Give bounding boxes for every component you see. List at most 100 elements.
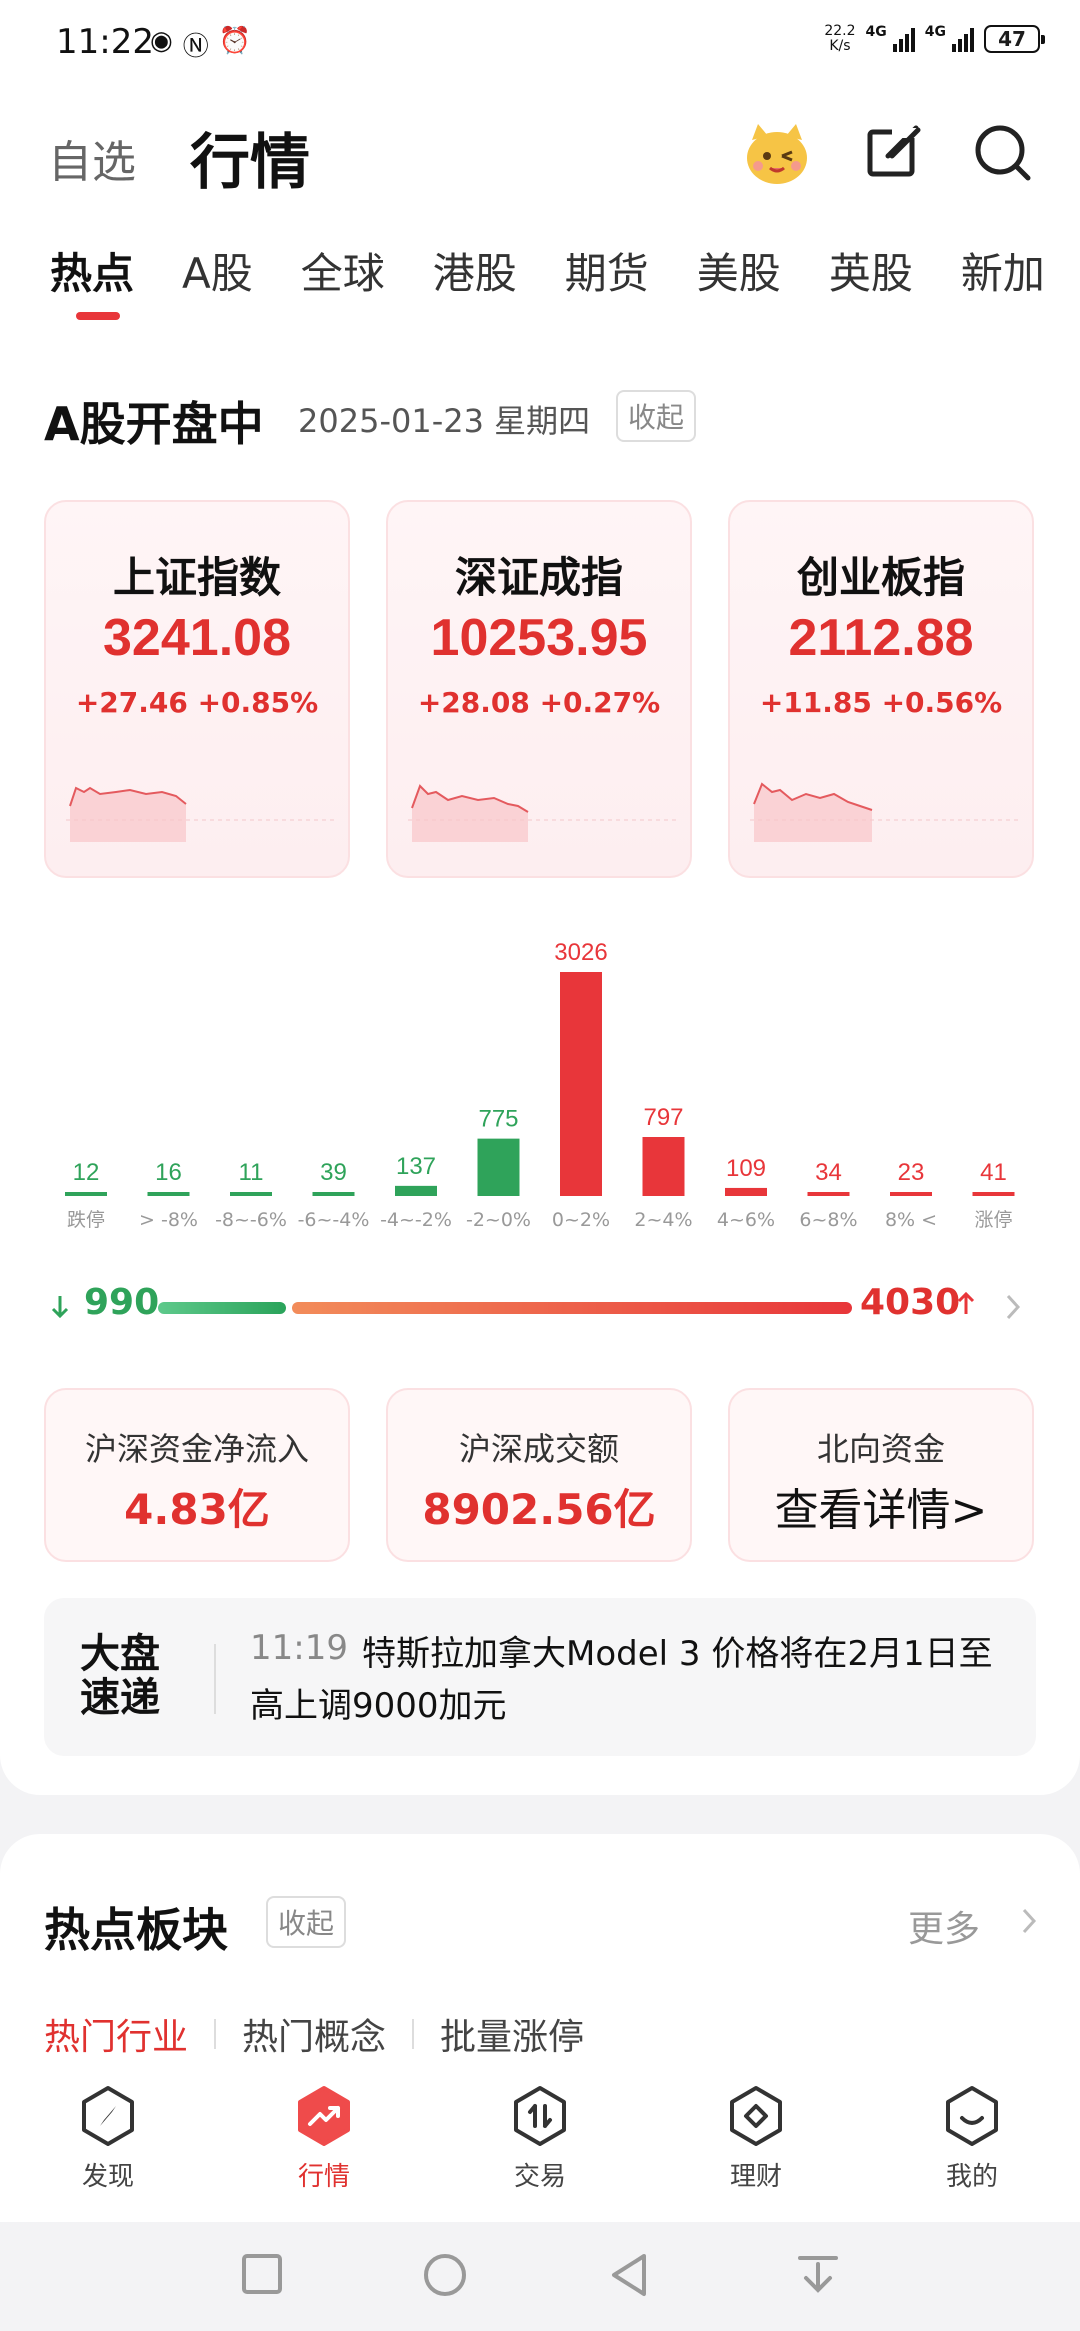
subtab-futures[interactable]: 期货	[565, 240, 649, 301]
distribution-value-label: 775	[478, 1106, 518, 1133]
index-change: +27.46 +0.85%	[75, 686, 319, 719]
arrow-up-icon	[957, 1291, 975, 1314]
bottom-navigation: 发现 行情 交易 理财 我的	[0, 2062, 1080, 2222]
distribution-value-label: 34	[815, 1159, 842, 1186]
notification-pull-icon[interactable]	[796, 2252, 840, 2298]
distribution-category-label: > -8%	[139, 1209, 198, 1231]
fund-value: 4.83亿	[124, 1485, 270, 1534]
distribution-bar	[725, 1187, 767, 1196]
index-sparkline	[408, 784, 678, 842]
index-value: 10253.95	[430, 609, 648, 667]
net-inflow-card[interactable]: 沪深资金净流入 4.83亿	[44, 1388, 350, 1562]
divider	[214, 2019, 217, 2049]
tab-hot-concepts[interactable]: 热门概念	[242, 2008, 386, 2060]
subtab-uk[interactable]: 英股	[829, 240, 913, 301]
subtab-hot[interactable]: 热点	[50, 240, 134, 320]
edit-icon[interactable]	[862, 120, 926, 184]
market-trend-icon	[298, 2086, 350, 2146]
news-headline: 特斯拉加拿大Model 3 价格将在2月1日至高上调9000加元	[250, 1634, 993, 1726]
nav-profile[interactable]: 我的	[864, 2062, 1080, 2222]
subtab-hk[interactable]: 港股	[433, 240, 517, 301]
distribution-bar	[395, 1185, 437, 1196]
distribution-value-label: 39	[320, 1159, 347, 1186]
more-link[interactable]: 更多	[908, 1900, 980, 1952]
distribution-category-label: -2~0%	[466, 1209, 531, 1231]
distribution-category-label: 0~2%	[552, 1209, 610, 1231]
tab-hot-industries[interactable]: 热门行业	[44, 2008, 188, 2060]
eye-icon: ◉	[150, 26, 173, 56]
subtab-global[interactable]: 全球	[301, 240, 385, 301]
market-date: 2025-01-23 星期四	[298, 402, 591, 440]
mascot-icon[interactable]	[740, 116, 814, 190]
distribution-value-label: 11	[239, 1159, 264, 1186]
tab-watchlist[interactable]: 自选	[48, 126, 136, 190]
section-title: 热点板块	[44, 1903, 228, 1957]
subtab-sg[interactable]: 新加	[961, 240, 1045, 301]
alarm-icon: ⏰	[218, 26, 252, 56]
nfc-icon: Ⓝ	[182, 32, 209, 62]
turnover-card[interactable]: 沪深成交额 8902.56亿	[386, 1388, 692, 1562]
distribution-category-label: 8% <	[885, 1209, 937, 1231]
nav-trade[interactable]: 交易	[432, 2062, 648, 2222]
nav-discover[interactable]: 发现	[0, 2062, 216, 2222]
network-type-2: 4G	[924, 24, 946, 40]
chevron-right-icon[interactable]	[1004, 1292, 1022, 1322]
sector-tabs: 热门行业 热门概念 批量涨停	[44, 2008, 584, 2060]
index-card-sse[interactable]: 上证指数 3241.08 +27.46 +0.85%	[44, 500, 350, 878]
back-icon[interactable]	[608, 2252, 652, 2298]
rise-fall-ratio[interactable]: 990 4030	[40, 1276, 1040, 1336]
nav-label: 交易	[513, 2162, 566, 2192]
index-sparkline	[66, 786, 336, 842]
index-value: 3241.08	[103, 609, 291, 667]
nav-label: 理财	[729, 2162, 782, 2192]
compass-icon	[82, 2086, 134, 2146]
status-right: 22.2 K/s 4G 4G 47	[824, 23, 1045, 54]
collapse-button[interactable]: 收起	[616, 390, 697, 442]
profile-icon	[946, 2086, 998, 2146]
nav-wealth[interactable]: 理财	[648, 2062, 864, 2222]
distribution-bar	[312, 1192, 355, 1196]
chevron-right-icon[interactable]	[1020, 1906, 1038, 1936]
index-name: 创业板指	[796, 553, 965, 602]
tab-market[interactable]: 行情	[190, 114, 310, 201]
news-flash-logo: 大盘 速递	[80, 1631, 160, 1721]
rise-count: 4030	[860, 1282, 961, 1323]
rise-fall-distribution-chart: 12 跌停 16 > -8% 11 -8~-6% 39 -6~-4% 137 -4~-2% 775 -…	[65, 939, 1015, 1231]
northbound-card[interactable]: 北向资金 查看详情>	[728, 1388, 1034, 1562]
sector-collapse-button[interactable]: 收起	[266, 1896, 347, 1948]
distribution-bar	[642, 1137, 685, 1196]
market-news-flash[interactable]: 大盘 速递 11:19 特斯拉加拿大Model 3 价格将在2月1日至高上调90…	[44, 1598, 1036, 1756]
distribution-category-label: 4~6%	[717, 1209, 775, 1231]
distribution-value-label: 23	[898, 1159, 925, 1186]
view-details-link[interactable]: 查看详情>	[730, 1474, 1032, 1538]
index-card-chinext[interactable]: 创业板指 2112.88 +11.85 +0.56%	[728, 500, 1034, 878]
index-sparkline	[750, 782, 1020, 842]
fund-label: 北向资金	[816, 1430, 945, 1468]
net-speed: 22.2 K/s	[824, 23, 856, 54]
index-name: 上证指数	[112, 553, 281, 602]
search-icon[interactable]	[970, 120, 1034, 184]
status-time: 11:22	[56, 22, 154, 62]
nav-market[interactable]: 行情	[216, 2062, 432, 2222]
fall-bar	[158, 1302, 286, 1314]
distribution-bar	[890, 1192, 932, 1196]
trade-icon	[514, 2086, 566, 2146]
rise-bar	[292, 1302, 852, 1314]
fund-value: 8902.56亿	[422, 1485, 656, 1534]
fund-label: 沪深成交额	[458, 1430, 619, 1468]
distribution-category-label: 6~8%	[799, 1209, 857, 1231]
recent-apps-icon[interactable]	[240, 2252, 284, 2296]
subtab-us[interactable]: 美股	[697, 240, 781, 301]
fund-label: 沪深资金净流入	[84, 1430, 309, 1468]
index-change: +11.85 +0.56%	[759, 686, 1003, 719]
market-status-title: A股开盘中	[44, 397, 264, 451]
market-subtabs: 热点 A股 全球 港股 期货 美股 英股 新加	[50, 240, 1080, 320]
home-icon[interactable]	[422, 2252, 468, 2298]
signal-icon	[892, 26, 915, 52]
tab-batch-limit-up[interactable]: 批量涨停	[440, 2008, 584, 2060]
nav-label: 发现	[81, 2162, 134, 2192]
index-card-szse[interactable]: 深证成指 10253.95 +28.08 +0.27%	[386, 500, 692, 878]
distribution-value-label: 797	[643, 1104, 683, 1131]
subtab-a-share[interactable]: A股	[182, 240, 253, 301]
wealth-icon	[730, 2086, 782, 2146]
